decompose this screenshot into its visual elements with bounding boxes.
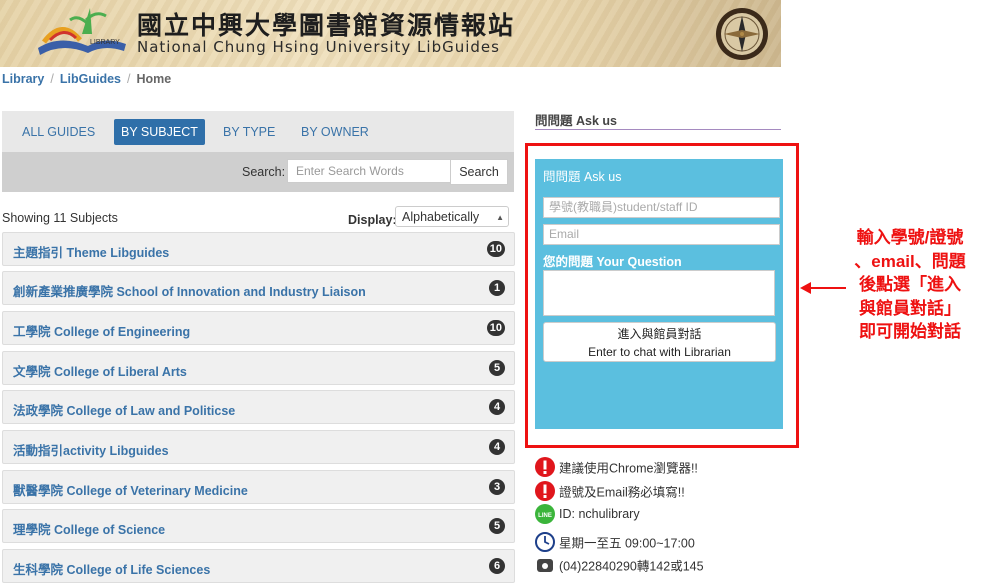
phone-icon <box>537 559 553 572</box>
annotation-line: 、email、問題 <box>854 251 966 271</box>
chat-button[interactable]: 進入與館員對話 Enter to chat with Librarian <box>543 322 776 362</box>
clock-icon <box>535 532 555 552</box>
guide-tabs: ALL GUIDES BY SUBJECT BY TYPE BY OWNER <box>2 111 514 152</box>
arrow-icon <box>800 282 846 294</box>
exclamation-icon <box>535 457 555 477</box>
subject-name[interactable]: 工學院 College of Engineering <box>13 321 190 340</box>
notice-text: 證號及Email務必填寫!! <box>559 485 685 500</box>
subject-count: Showing 11 Subjects <box>2 211 118 225</box>
subject-count-badge: 6 <box>489 558 505 574</box>
notice-item: 建議使用Chrome瀏覽器!! <box>535 457 698 477</box>
subject-count-badge: 1 <box>489 280 505 296</box>
breadcrumb-separator: / <box>50 72 54 86</box>
question-textarea[interactable] <box>543 270 775 316</box>
subject-item[interactable]: 法政學院 College of Law and Politicse 4 <box>2 390 515 424</box>
annotation-line: 與館員對話」 <box>859 298 961 318</box>
annotation-line: 即可開始對話 <box>859 322 961 341</box>
guides-panel: ALL GUIDES BY SUBJECT BY TYPE BY OWNER S… <box>2 111 514 192</box>
subject-name[interactable]: 生科學院 College of Life Sciences <box>13 559 210 578</box>
subject-name[interactable]: 法政學院 College of Law and Politicse <box>13 400 235 419</box>
subject-count-badge: 5 <box>489 518 505 534</box>
tab-by-owner[interactable]: BY OWNER <box>294 119 376 145</box>
subject-name[interactable]: 文學院 College of Liberal Arts <box>13 361 187 380</box>
banner-title-zh: 國立中興大學圖書館資源情報站 <box>137 11 516 40</box>
notice-text: (04)22840290轉142或145 <box>559 559 704 574</box>
instruction-annotation: 輸入學號/證號 、email、問題 後點選「進入 與館員對話」 即可開始對話 <box>846 226 974 344</box>
breadcrumb-libguides[interactable]: LibGuides <box>60 72 121 86</box>
display-value: Alphabetically <box>402 210 480 224</box>
compass-image <box>716 8 768 60</box>
svg-text:LIBRARY: LIBRARY <box>90 39 120 46</box>
subject-item[interactable]: 工學院 College of Engineering 10 <box>2 311 515 345</box>
display-select[interactable]: Alphabetically ▲▼ <box>395 206 509 243</box>
subject-item[interactable]: 獸醫學院 College of Veterinary Medicine 3 <box>2 470 515 504</box>
chat-button-label-en: Enter to chat with Librarian <box>588 345 731 359</box>
tab-by-type[interactable]: BY TYPE <box>216 119 282 145</box>
chat-widget: 問問題 Ask us 學號(教職員)student/staff ID Email… <box>535 159 783 429</box>
subject-name[interactable]: 創新產業推廣學院 School of Innovation and Indust… <box>13 281 366 300</box>
question-label: 您的問題 Your Question <box>543 255 682 269</box>
subject-count-badge: 10 <box>486 241 505 257</box>
subject-item[interactable]: 創新產業推廣學院 School of Innovation and Indust… <box>2 271 515 305</box>
subject-item[interactable]: 活動指引activity Libguides 4 <box>2 430 515 464</box>
student-id-field[interactable]: 學號(教職員)student/staff ID <box>543 197 780 218</box>
email-field[interactable]: Email <box>543 224 780 245</box>
search-bar: Search: Enter Search Words Search <box>2 152 514 192</box>
annotation-line: 後點選「進入 <box>859 275 961 294</box>
subject-name[interactable]: 獸醫學院 College of Veterinary Medicine <box>13 480 248 499</box>
subject-item[interactable]: 生科學院 College of Life Sciences 6 <box>2 549 515 583</box>
site-banner[interactable]: LIBRARY 國立中興大學圖書館資源情報站 National Chung Hs… <box>0 0 781 67</box>
notice-text: ID: nchulibrary <box>559 507 640 521</box>
subject-count-badge: 4 <box>489 439 505 455</box>
annotation-line: 輸入學號/證號 <box>856 228 964 247</box>
subject-count-badge: 3 <box>489 479 505 495</box>
breadcrumb-separator: / <box>127 72 131 86</box>
breadcrumb-current: Home <box>136 72 172 86</box>
notice-item: LINE ID: nchulibrary <box>535 504 640 524</box>
notice-text: 星期一至五 09:00~17:00 <box>559 536 695 551</box>
notice-item: 證號及Email務必填寫!! <box>535 481 685 501</box>
subject-item[interactable]: 主題指引 Theme Libguides 10 <box>2 232 515 266</box>
display-label: Display: <box>348 213 397 227</box>
tab-all-guides[interactable]: ALL GUIDES <box>15 119 102 145</box>
svg-text:LINE: LINE <box>538 513 552 519</box>
divider <box>535 129 781 130</box>
line-icon: LINE <box>535 504 555 524</box>
chat-button-label-zh: 進入與館員對話 <box>617 327 702 341</box>
notice-item: 星期一至五 09:00~17:00 <box>535 532 695 552</box>
search-button[interactable]: Search <box>450 159 508 185</box>
ask-us-heading: 問問題 Ask us <box>535 114 617 128</box>
search-label: Search: <box>242 165 286 179</box>
chat-widget-title: 問問題 Ask us <box>543 170 622 184</box>
subject-name[interactable]: 活動指引activity Libguides <box>13 440 169 459</box>
breadcrumb-library[interactable]: Library <box>2 72 44 86</box>
library-logo: LIBRARY <box>38 8 126 55</box>
notice-item: (04)22840290轉142或145 <box>535 555 704 575</box>
subject-name[interactable]: 主題指引 Theme Libguides <box>13 242 169 261</box>
tab-by-subject[interactable]: BY SUBJECT <box>114 119 205 145</box>
subject-item[interactable]: 理學院 College of Science 5 <box>2 509 515 543</box>
subject-count-badge: 4 <box>489 399 505 415</box>
subject-item[interactable]: 文學院 College of Liberal Arts 5 <box>2 351 515 385</box>
breadcrumb: Library / LibGuides / Home <box>2 72 171 86</box>
banner-title-en: National Chung Hsing University LibGuide… <box>137 38 500 56</box>
notice-text: 建議使用Chrome瀏覽器!! <box>559 461 698 476</box>
subject-count-badge: 10 <box>486 320 505 336</box>
subject-count-badge: 5 <box>489 360 505 376</box>
search-input[interactable]: Enter Search Words <box>287 159 465 183</box>
subject-name[interactable]: 理學院 College of Science <box>13 519 165 538</box>
exclamation-icon <box>535 481 555 501</box>
